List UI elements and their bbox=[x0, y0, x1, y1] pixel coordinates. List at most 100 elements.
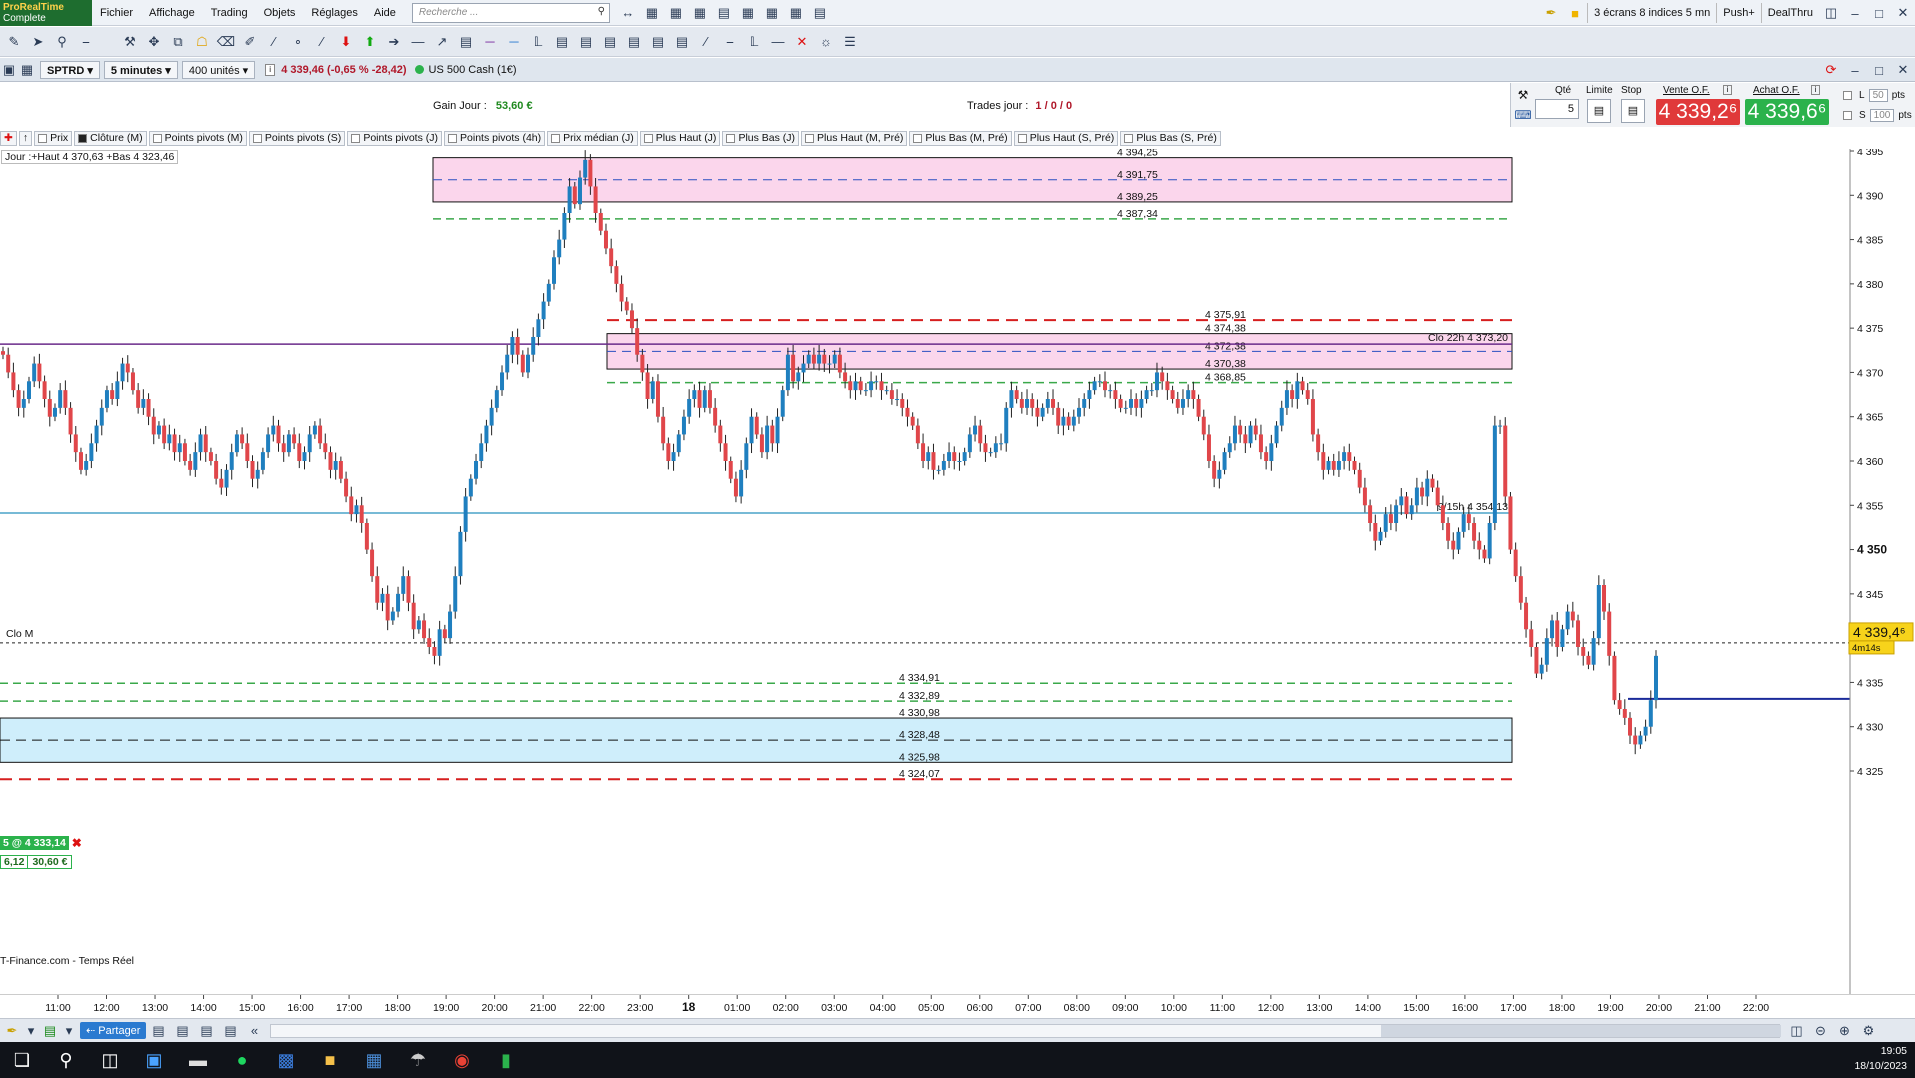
chart-icon[interactable]: ▤ bbox=[712, 2, 736, 24]
windows-start-icon[interactable]: ❏ bbox=[0, 1042, 44, 1078]
scroll-left-icon[interactable]: « bbox=[242, 1020, 266, 1042]
indicator-toggle[interactable]: Plus Bas (M, Pré) bbox=[909, 131, 1012, 146]
zoom-out-icon[interactable]: ⊝ bbox=[1808, 1020, 1832, 1042]
menu-objets[interactable]: Objets bbox=[256, 0, 304, 26]
zoom-fit-icon[interactable]: ◫ bbox=[1784, 1020, 1808, 1042]
pencil-icon[interactable]: ✎ bbox=[2, 31, 26, 53]
cursor-icon[interactable]: ➤ bbox=[26, 31, 50, 53]
scrollbar-thumb[interactable] bbox=[1381, 1024, 1782, 1037]
indicator-checkbox[interactable] bbox=[913, 134, 923, 143]
line-icon[interactable]: — bbox=[766, 31, 790, 53]
layout-icon[interactable]: ▦ bbox=[640, 2, 664, 24]
layout-icon[interactable]: ▦ bbox=[688, 2, 712, 24]
dealthru-button[interactable]: DealThru bbox=[1760, 3, 1819, 23]
pen-icon[interactable]: ✒ bbox=[1539, 2, 1563, 24]
ticker-selector[interactable]: SPTRD ▾ bbox=[40, 60, 100, 79]
indicator-toggle[interactable]: Prix médian (J) bbox=[547, 131, 638, 146]
chart-icon[interactable]: ▤ bbox=[808, 2, 832, 24]
stop-distance-input[interactable]: 100 bbox=[1869, 109, 1895, 122]
menu-reglages[interactable]: Réglages bbox=[303, 0, 365, 26]
search-input[interactable]: Recherche ... ⚲ bbox=[411, 2, 610, 23]
arrow-right-icon[interactable]: ➔ bbox=[382, 31, 406, 53]
hline-icon[interactable]: — bbox=[406, 31, 430, 53]
indicator-toggle[interactable]: Prix bbox=[34, 131, 73, 146]
indicator-checkbox[interactable] bbox=[38, 134, 48, 143]
stop-order-button[interactable]: ▤ bbox=[1621, 99, 1645, 123]
chart-type-icon[interactable]: ▤ bbox=[38, 1020, 62, 1042]
indicator-checkbox[interactable] bbox=[726, 134, 736, 143]
layout-icon[interactable]: ▦ bbox=[760, 2, 784, 24]
menu-fichier[interactable]: Fichier bbox=[92, 0, 141, 26]
indicator-checkbox[interactable] bbox=[1017, 134, 1027, 143]
fibonacci-icon[interactable]: ▤ bbox=[646, 31, 670, 53]
calculator-icon[interactable]: ▦ bbox=[352, 1042, 396, 1078]
minimize-icon[interactable]: – bbox=[1843, 2, 1867, 24]
indicator-toggle[interactable]: Clôture (M) bbox=[74, 131, 147, 146]
segment-icon[interactable]: ∘ bbox=[286, 31, 310, 53]
indicator-checkbox[interactable] bbox=[805, 134, 815, 143]
ruler-icon[interactable]: ⎯ bbox=[74, 31, 98, 53]
indicator-icon[interactable]: ▤ bbox=[218, 1020, 242, 1042]
ray-icon[interactable]: ↗ bbox=[430, 31, 454, 53]
layout-icon[interactable]: ▦ bbox=[664, 2, 688, 24]
arrow-up-icon[interactable]: ⬆ bbox=[358, 31, 382, 53]
text-icon[interactable]: 𝕃 bbox=[526, 31, 550, 53]
indicator-toggle[interactable]: Plus Bas (S, Pré) bbox=[1120, 131, 1221, 146]
search-icon[interactable]: ⚲ bbox=[44, 1042, 88, 1078]
close-position-icon[interactable]: ✖ bbox=[72, 836, 82, 850]
line-icon[interactable]: ∕ bbox=[262, 31, 286, 53]
fibonacci-icon[interactable]: ▤ bbox=[670, 31, 694, 53]
indicator-toggle[interactable]: Plus Haut (J) bbox=[639, 131, 721, 146]
limit-checkbox[interactable] bbox=[1843, 91, 1852, 100]
menu-aide[interactable]: Aide bbox=[366, 0, 404, 26]
minimize-icon[interactable]: – bbox=[1843, 59, 1867, 81]
fibonacci-icon[interactable]: ▤ bbox=[598, 31, 622, 53]
fibonacci-icon[interactable]: ▤ bbox=[574, 31, 598, 53]
limit-order-button[interactable]: ▤ bbox=[1587, 99, 1611, 123]
push-button[interactable]: Push+ bbox=[1716, 3, 1761, 23]
limit-distance-input[interactable]: 50 bbox=[1868, 89, 1888, 102]
move-up-icon[interactable]: ↑ bbox=[18, 131, 33, 146]
workspace-selector[interactable]: 3 écrans 8 indices 5 mn bbox=[1587, 3, 1716, 23]
pan-icon[interactable]: ↔ bbox=[616, 2, 640, 24]
indicator-checkbox[interactable] bbox=[78, 134, 88, 143]
task-view-icon[interactable]: ◫ bbox=[88, 1042, 132, 1078]
menu-affichage[interactable]: Affichage bbox=[141, 0, 203, 26]
trendline-icon[interactable]: ∕ bbox=[310, 31, 334, 53]
trash-icon[interactable]: ⌫ bbox=[214, 31, 238, 53]
chevron-down-icon[interactable]: ▾ bbox=[24, 1020, 38, 1042]
grid-icon[interactable]: ▦ bbox=[18, 59, 36, 81]
indicator-toggle[interactable]: Points pivots (4h) bbox=[444, 131, 546, 146]
indicator-checkbox[interactable] bbox=[351, 134, 361, 143]
price-chart[interactable]: 4 396,164 394,254 391,754 389,254 387,34… bbox=[0, 149, 1915, 994]
list-icon[interactable]: ☰ bbox=[838, 31, 862, 53]
buy-button[interactable]: 4 339,6⁶ bbox=[1745, 99, 1829, 125]
zoom-icon[interactable]: ⚲ bbox=[50, 31, 74, 53]
fibonacci-icon[interactable]: ▤ bbox=[550, 31, 574, 53]
restore-icon[interactable]: ◫ bbox=[1819, 2, 1843, 24]
indicator-icon[interactable]: ▤ bbox=[194, 1020, 218, 1042]
layout-icon[interactable]: ▦ bbox=[736, 2, 760, 24]
maximize-icon[interactable]: □ bbox=[1867, 59, 1891, 81]
info-icon[interactable]: i bbox=[1811, 85, 1820, 95]
indicator-checkbox[interactable] bbox=[448, 134, 458, 143]
units-selector[interactable]: 400 unités ▾ bbox=[181, 60, 256, 79]
ruler-icon[interactable]: ⎯ bbox=[718, 31, 742, 53]
indicator-checkbox[interactable] bbox=[252, 134, 262, 143]
indicator-toggle[interactable]: Points pivots (M) bbox=[148, 131, 247, 146]
timeframe-selector[interactable]: 5 minutes ▾ bbox=[103, 60, 178, 79]
indicator-toggle[interactable]: Points pivots (S) bbox=[248, 131, 346, 146]
pen-icon[interactable]: ✒ bbox=[0, 1020, 24, 1042]
indicator-checkbox[interactable] bbox=[643, 134, 653, 143]
maximize-icon[interactable]: □ bbox=[1867, 2, 1891, 24]
file-explorer-icon[interactable]: ■ bbox=[308, 1042, 352, 1078]
move-icon[interactable]: ✥ bbox=[142, 31, 166, 53]
app-window-icon[interactable]: ▣ bbox=[132, 1042, 176, 1078]
chart-canvas[interactable]: 4 396,164 394,254 391,754 389,254 387,34… bbox=[0, 149, 1915, 994]
copy-icon[interactable]: ⧉ bbox=[166, 31, 190, 53]
info-icon[interactable]: i bbox=[1723, 85, 1732, 95]
sync-icon[interactable]: ⟳ bbox=[1819, 59, 1843, 81]
sell-button[interactable]: 4 339,2⁶ bbox=[1656, 99, 1740, 125]
hline-purple-icon[interactable]: ─ bbox=[478, 31, 502, 53]
menu-trading[interactable]: Trading bbox=[203, 0, 256, 26]
